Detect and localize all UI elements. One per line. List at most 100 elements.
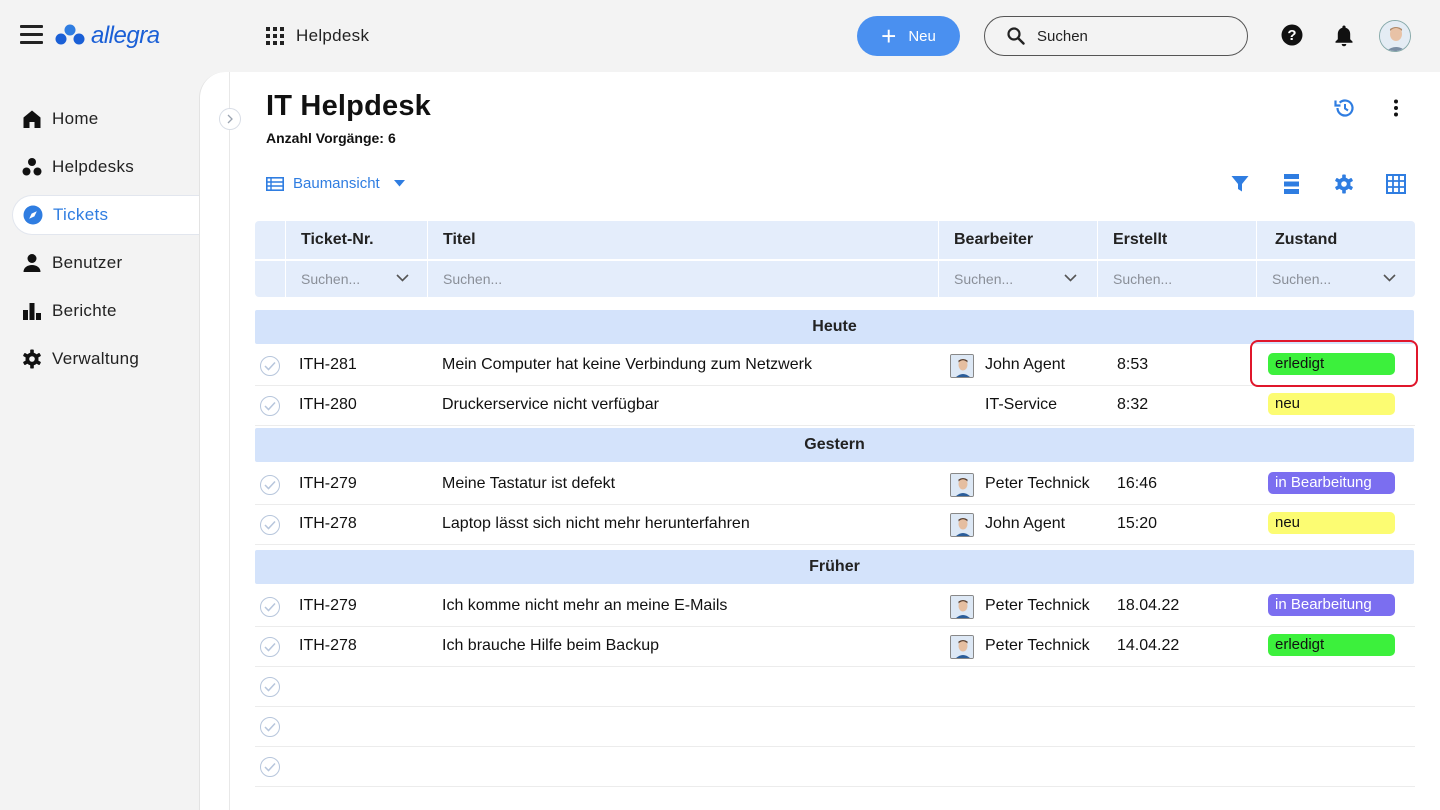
row-checkbox[interactable] xyxy=(260,757,280,777)
search-placeholder: Suchen xyxy=(1037,27,1088,45)
sidebar-item-benutzer[interactable]: Benutzer xyxy=(12,243,200,283)
table-row[interactable]: ITH-280 Druckerservice nicht verfügbar IT-… xyxy=(255,386,1415,426)
new-button-label: Neu xyxy=(908,27,936,45)
sidebar-item-berichte[interactable]: Berichte xyxy=(12,291,200,331)
grid-icon[interactable] xyxy=(1386,174,1406,194)
status-badge[interactable]: in Bearbeitung xyxy=(1268,594,1395,616)
svg-text:?: ? xyxy=(1287,27,1296,44)
sidebar-item-helpdesks[interactable]: Helpdesks xyxy=(12,147,200,187)
sidebar-item-label: Tickets xyxy=(53,205,109,224)
density-icon[interactable] xyxy=(1284,174,1299,194)
chevron-down-icon[interactable] xyxy=(1383,274,1396,282)
filter-icon[interactable] xyxy=(1231,175,1249,193)
logo-mark-icon xyxy=(55,24,85,45)
check-icon xyxy=(264,682,276,692)
ticket-id[interactable]: ITH-280 xyxy=(299,396,357,414)
table-row[interactable]: ITH-279 Ich komme nicht mehr an meine E-M… xyxy=(255,587,1415,627)
more-vertical-icon[interactable] xyxy=(1392,99,1400,117)
column-zustand[interactable]: Zustand Suchen... xyxy=(1256,221,1415,297)
erstellt-filter[interactable]: Suchen... xyxy=(1113,271,1172,287)
app-switcher[interactable]: Helpdesk xyxy=(266,26,369,46)
user-avatar[interactable] xyxy=(1379,20,1411,52)
ticket-id[interactable]: ITH-281 xyxy=(299,356,357,374)
app-name: Helpdesk xyxy=(296,26,370,45)
assignee-name: John Agent xyxy=(985,515,1066,532)
created-date: 18.04.22 xyxy=(1117,597,1180,614)
avatar-photo-icon xyxy=(951,355,973,377)
ticket-title[interactable]: Mein Computer hat keine Verbindung zum N… xyxy=(442,356,812,374)
ticket-count: Anzahl Vorgänge: 6 xyxy=(266,130,396,146)
assignee-avatar xyxy=(950,513,974,537)
history-icon[interactable] xyxy=(1333,97,1355,119)
titel-filter[interactable]: Suchen... xyxy=(443,271,502,287)
chevron-down-icon[interactable] xyxy=(1064,274,1077,282)
bar-chart-icon xyxy=(23,303,41,320)
sidebar-item-verwaltung[interactable]: Verwaltung xyxy=(12,339,200,379)
ticket-title[interactable]: Meine Tastatur ist defekt xyxy=(442,475,615,493)
ticket-count-value: 6 xyxy=(387,130,396,146)
table-row[interactable]: ITH-278 Ich brauche Hilfe beim Backup Pete… xyxy=(255,627,1415,667)
table-row[interactable]: ITH-278 Laptop lässt sich nicht mehr heru… xyxy=(255,505,1415,545)
assignee-name: Peter Technick xyxy=(985,597,1090,614)
created-date: 14.04.22 xyxy=(1117,637,1180,654)
assignee-name: John Agent xyxy=(985,356,1066,373)
row-checkbox[interactable] xyxy=(260,717,280,737)
expand-panel-button[interactable] xyxy=(219,108,241,130)
assignee-avatar xyxy=(950,635,974,659)
search-input[interactable]: Suchen xyxy=(984,16,1248,56)
ticket-nr-filter[interactable]: Suchen... xyxy=(301,271,360,287)
row-checkbox[interactable] xyxy=(260,356,280,376)
help-icon[interactable]: ? xyxy=(1281,24,1303,46)
sidebar-item-tickets[interactable]: Tickets xyxy=(12,195,200,235)
bell-icon[interactable] xyxy=(1334,24,1354,47)
table-row[interactable]: ITH-279 Meine Tastatur ist defekt Peter Te… xyxy=(255,465,1415,505)
row-checkbox[interactable] xyxy=(260,597,280,617)
table-row[interactable]: ITH-281 Mein Computer hat keine Verbindun… xyxy=(255,346,1415,386)
search-icon xyxy=(1007,27,1025,45)
table-row[interactable] xyxy=(255,707,1415,747)
group-frueher[interactable]: Früher xyxy=(255,550,1414,584)
brand-name: allegra xyxy=(91,22,160,49)
ticket-title[interactable]: Druckerservice nicht verfügbar xyxy=(442,396,659,414)
status-badge[interactable]: neu xyxy=(1268,393,1395,415)
status-badge[interactable]: erledigt xyxy=(1268,634,1395,656)
row-checkbox[interactable] xyxy=(260,637,280,657)
column-header: Zustand xyxy=(1275,231,1338,248)
sidebar-item-label: Berichte xyxy=(52,301,117,320)
row-checkbox[interactable] xyxy=(260,396,280,416)
ticket-id[interactable]: ITH-278 xyxy=(299,637,357,655)
ticket-title[interactable]: Laptop lässt sich nicht mehr herunterfah… xyxy=(442,515,750,533)
status-badge[interactable]: in Bearbeitung xyxy=(1268,472,1395,494)
group-heute[interactable]: Heute xyxy=(255,310,1414,344)
allegra-logo[interactable]: allegra xyxy=(55,22,160,50)
ticket-title[interactable]: Ich komme nicht mehr an meine E-Mails xyxy=(442,597,727,615)
new-button[interactable]: + Neu xyxy=(857,16,960,56)
ticket-id[interactable]: ITH-278 xyxy=(299,515,357,533)
menu-icon[interactable] xyxy=(20,25,43,45)
zustand-filter[interactable]: Suchen... xyxy=(1272,271,1331,287)
ticket-id[interactable]: ITH-279 xyxy=(299,475,357,493)
bearbeiter-filter[interactable]: Suchen... xyxy=(954,271,1013,287)
row-checkbox[interactable] xyxy=(260,677,280,697)
check-icon xyxy=(264,361,276,371)
column-bearbeiter[interactable]: Bearbeiter Suchen... xyxy=(938,221,1097,297)
status-badge[interactable]: neu xyxy=(1268,512,1395,534)
sidebar-item-home[interactable]: Home xyxy=(12,99,200,139)
column-ticket-nr[interactable]: Ticket-Nr. Suchen... xyxy=(285,221,427,297)
ticket-title[interactable]: Ich brauche Hilfe beim Backup xyxy=(442,637,659,655)
chevron-down-icon[interactable] xyxy=(396,274,409,282)
column-titel[interactable]: Titel Suchen... xyxy=(427,221,938,297)
assignee-avatar xyxy=(950,595,974,619)
table-row[interactable] xyxy=(255,747,1415,787)
row-checkbox[interactable] xyxy=(260,515,280,535)
settings-icon[interactable] xyxy=(1334,174,1354,194)
assignee-name: Peter Technick xyxy=(985,475,1090,492)
group-gestern[interactable]: Gestern xyxy=(255,428,1414,462)
column-erstellt[interactable]: Erstellt Suchen... xyxy=(1097,221,1256,297)
ticket-id[interactable]: ITH-279 xyxy=(299,597,357,615)
row-checkbox[interactable] xyxy=(260,475,280,495)
table-row[interactable] xyxy=(255,667,1415,707)
created-date: 16:46 xyxy=(1117,475,1158,492)
view-selector[interactable]: Baumansicht xyxy=(266,175,405,192)
column-header: Erstellt xyxy=(1113,231,1168,248)
